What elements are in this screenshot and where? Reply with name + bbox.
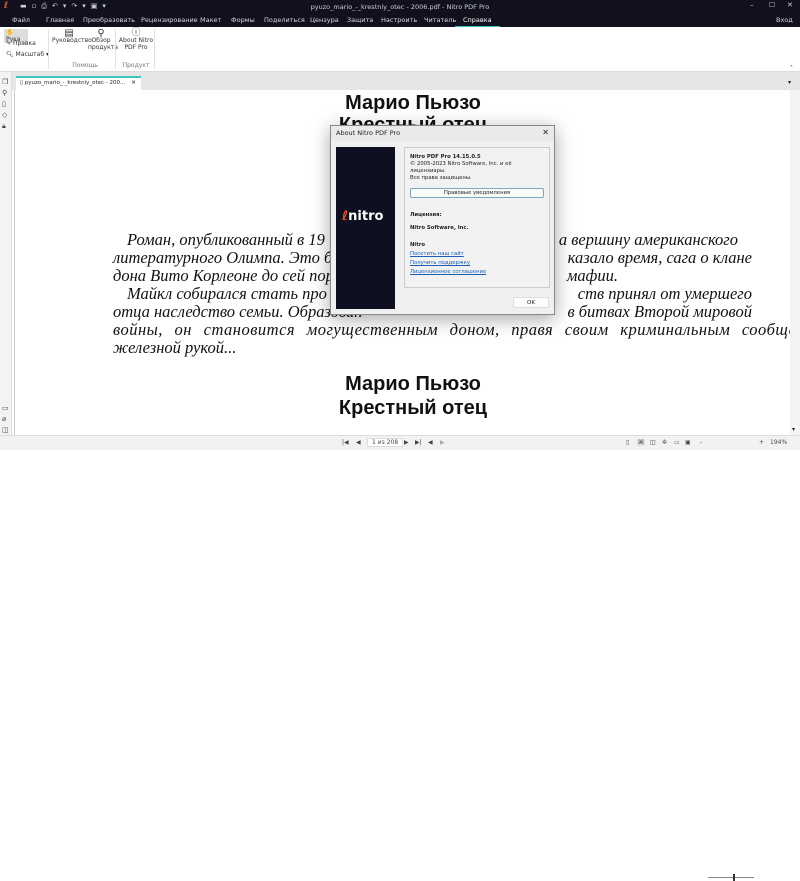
sign-in-button[interactable]: Вход (776, 16, 793, 24)
dialog-title-bar: About Nitro PDF Pro ✕ (331, 126, 554, 141)
status-bar: |◀ ◀ 1 из 208 ▶ ▶| ◀ ▶ ▯ ⌘ ◫ ✲ ▭ ▣ - + 1… (0, 435, 800, 881)
menu-review[interactable]: Рецензирование (141, 16, 198, 24)
first-page-button[interactable]: |◀ (342, 439, 349, 446)
ribbon: ✋ Рука ✎ Правка 🔍︎ Масштаб ▾ ▤ Руководств… (0, 27, 800, 72)
about-info-panel: Nitro PDF Pro 14.15.0.5 © 2005-2023 Nitr… (404, 147, 550, 288)
product-version: Nitro PDF Pro 14.15.0.5 (410, 154, 481, 160)
copyright-text: © 2005-2023 Nitro Software, Inc. и её ли… (410, 161, 512, 174)
guide-label: Руководство (52, 37, 92, 44)
bookmark-icon[interactable]: ▯ (2, 100, 6, 108)
product-group-label: Продукт (122, 62, 150, 69)
document-heading: Крестный отец (338, 397, 488, 419)
comment-icon[interactable]: ▭ (2, 404, 9, 412)
fit-icon[interactable]: ✲ (662, 439, 667, 446)
visit-site-link[interactable]: Посетить наш сайт (410, 251, 544, 258)
two-page-icon[interactable]: ◫ (650, 439, 656, 446)
single-page-icon[interactable]: ▯ (626, 439, 629, 446)
about-dialog: About Nitro PDF Pro ✕ ℓnitro Nitro PDF Pr… (330, 125, 555, 315)
pages-icon[interactable]: ❐ (2, 78, 8, 86)
nitro-logo-panel: ℓnitro (336, 147, 395, 309)
edit-label: Правка (12, 40, 36, 47)
menu-reader[interactable]: Читатель (424, 16, 456, 24)
overview-label: Обзор продукта (88, 37, 118, 51)
left-sidebar: ❐ ⚲ ▯ ◇ 🔒︎ ▭ ⌀ ◫ (0, 72, 12, 435)
nitro-logo: ℓnitro (342, 209, 384, 224)
menu-help[interactable]: Справка (455, 16, 500, 28)
maximize-button[interactable]: ☐ (769, 1, 775, 9)
zoom-out-button[interactable]: - (700, 439, 702, 446)
zoom-in-button[interactable]: + (759, 439, 764, 446)
attachment-icon[interactable]: ⌀ (2, 415, 6, 423)
minimize-button[interactable]: – (750, 1, 754, 9)
menu-home[interactable]: Главная (46, 16, 74, 24)
page-input[interactable]: 1 из 208 (367, 438, 404, 447)
info-icon: ⓘ (131, 28, 141, 38)
license-agreement-link[interactable]: Лицензионное соглашение (410, 269, 544, 276)
about-label: About Nitro PDF Pro (118, 37, 154, 51)
window-title: pyuzo_mario_-_krestniy_otec - 2006.pdf -… (310, 3, 490, 11)
continuous-icon[interactable]: ⌘ (637, 439, 645, 446)
back-icon[interactable]: ◀ (428, 439, 433, 446)
ok-button[interactable]: OK (513, 297, 549, 308)
about-button[interactable]: ⓘ About Nitro PDF Pro (118, 28, 154, 52)
zoom-label: Масштаб (15, 51, 45, 58)
edit-tool-button[interactable]: ✎ Правка (6, 40, 36, 47)
help-group-label: Помощь (72, 62, 98, 69)
menu-share[interactable]: Поделиться (264, 16, 305, 24)
prev-page-button[interactable]: ◀ (356, 439, 361, 446)
guide-button[interactable]: ▤ Руководство (52, 28, 92, 45)
rights-text: Все права защищены. (410, 175, 472, 181)
tag-icon[interactable]: ◇ (2, 111, 7, 119)
tab-label: pyuzo_mario_-_krestniy_otec - 200... (24, 80, 126, 86)
license-label: Лицензия: (410, 212, 442, 218)
zoom-slider-thumb[interactable] (733, 874, 735, 881)
close-tab-icon[interactable]: ✕ (131, 80, 136, 86)
dialog-title: About Nitro PDF Pro (336, 129, 401, 137)
zoom-dropdown[interactable]: 🔍︎ Масштаб ▾ (6, 51, 49, 58)
document-heading: Марио Пьюзо (345, 373, 481, 395)
search-icon[interactable]: ⚲ (2, 89, 7, 97)
product-overview-button[interactable]: ⚲ Обзор продукта (88, 28, 118, 52)
presentation-icon[interactable]: ▣ (685, 439, 691, 446)
close-button[interactable]: ✕ (787, 1, 793, 9)
menu-layout[interactable]: Макет (200, 16, 221, 24)
lock-icon[interactable]: 🔒︎ (2, 122, 6, 131)
get-support-link[interactable]: Получить поддержку (410, 260, 544, 267)
scroll-down-icon[interactable]: ▾ (792, 426, 795, 433)
menu-redact[interactable]: Цензура (310, 16, 339, 24)
text-line: войны, он становится могущественным доно… (113, 320, 790, 339)
menu-protect[interactable]: Защита (347, 16, 373, 24)
zoom-slider[interactable] (708, 877, 754, 878)
dialog-close-button[interactable]: ✕ (542, 128, 549, 137)
next-page-button[interactable]: ▶ (404, 439, 409, 446)
menu-customize[interactable]: Настроить (381, 16, 417, 24)
text-line: железной рукой... (113, 338, 237, 357)
ribbon-collapse-icon[interactable]: ˄ (790, 65, 793, 72)
zoom-level: 194% (770, 439, 788, 446)
title-bar: ℓ ▬▫⎙↶▾↷▾▣▾ pyuzo_mario_-_krestniy_otec … (0, 0, 800, 13)
legal-notices-button[interactable]: Правовые уведомления (410, 188, 544, 198)
menu-bar: Файл Главная Преобразовать Рецензировани… (0, 13, 800, 28)
panel-icon[interactable]: ◫ (2, 426, 9, 434)
document-tab[interactable]: ▯ pyuzo_mario_-_krestniy_otec - 200... ✕ (16, 76, 141, 90)
presentation-icon: ⚲ (97, 28, 105, 39)
tab-list-icon[interactable]: ▾ (788, 79, 791, 86)
document-heading: Марио Пьюзо (345, 92, 481, 114)
book-icon: ▤ (64, 28, 74, 39)
screen-icon[interactable]: ▭ (674, 439, 680, 446)
licensee: Nitro Software, Inc. (410, 225, 469, 231)
menu-forms[interactable]: Формы (231, 16, 255, 24)
menu-convert[interactable]: Преобразовать (83, 16, 135, 24)
nitro-label: Nitro (410, 242, 426, 248)
menu-file[interactable]: Файл (12, 16, 30, 24)
last-page-button[interactable]: ▶| (415, 439, 422, 446)
vertical-scrollbar[interactable]: ▾ (790, 90, 800, 435)
forward-icon[interactable]: ▶ (440, 439, 445, 446)
